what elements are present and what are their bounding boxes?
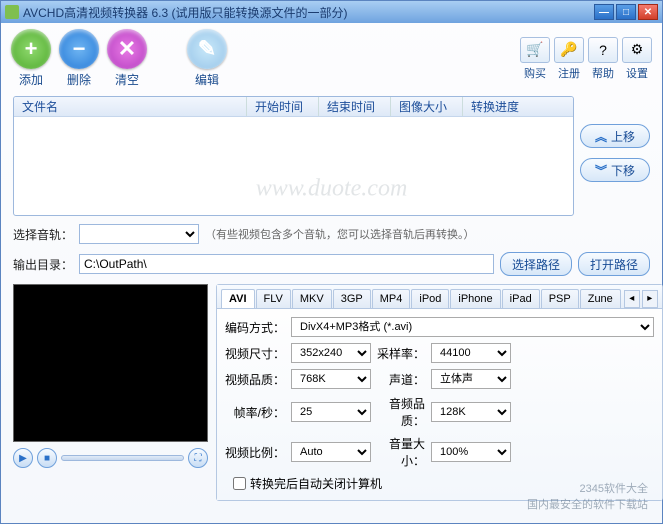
fullscreen-button[interactable]: ⛶ bbox=[188, 448, 208, 468]
minus-icon: − bbox=[59, 29, 99, 69]
x-icon: ✕ bbox=[107, 29, 147, 69]
tab-scroll-right[interactable]: ▸ bbox=[642, 290, 658, 308]
help-icon: ? bbox=[588, 37, 618, 63]
toolbar: + 添加 − 删除 ✕ 清空 ✎ 编辑 🛒 购买 🔑 注册 ? 帮助 bbox=[1, 23, 662, 92]
tab-ipad[interactable]: iPad bbox=[502, 289, 540, 308]
output-dir-label: 输出目录： bbox=[13, 256, 73, 273]
ratio-select[interactable]: Auto bbox=[291, 442, 371, 462]
video-preview bbox=[13, 284, 208, 442]
encode-label: 编码方式： bbox=[225, 319, 285, 336]
ratio-label: 视频比例： bbox=[225, 444, 285, 461]
edit-icon: ✎ bbox=[187, 29, 227, 69]
sliders-icon: ⚙ bbox=[622, 37, 652, 63]
close-button[interactable]: ✕ bbox=[638, 4, 658, 20]
move-up-button[interactable]: ︽ 上移 bbox=[580, 124, 650, 148]
shutdown-checkbox[interactable] bbox=[233, 477, 246, 490]
chevron-up-icon: ︽ bbox=[595, 128, 607, 145]
file-list[interactable]: 文件名 开始时间 结束时间 图像大小 转换进度 bbox=[13, 96, 574, 216]
titlebar: AVCHD高清视频转换器 6.3 (试用版只能转换源文件的一部分) — □ ✕ bbox=[1, 1, 662, 23]
format-tabs: AVI FLV MKV 3GP MP4 iPod iPhone iPad PSP… bbox=[217, 285, 662, 309]
choose-path-button[interactable]: 选择路径 bbox=[500, 252, 572, 276]
minimize-button[interactable]: — bbox=[594, 4, 614, 20]
play-button[interactable]: ▶ bbox=[13, 448, 33, 468]
fps-label: 帧率/秒： bbox=[225, 404, 285, 421]
cart-icon: 🛒 bbox=[520, 37, 550, 63]
tab-scroll-left[interactable]: ◂ bbox=[624, 290, 640, 308]
channel-select[interactable]: 立体声 bbox=[431, 369, 511, 389]
open-path-button[interactable]: 打开路径 bbox=[578, 252, 650, 276]
video-size-select[interactable]: 352x240 bbox=[291, 343, 371, 363]
add-button[interactable]: + 添加 bbox=[11, 29, 51, 88]
plus-icon: + bbox=[11, 29, 51, 69]
samplerate-select[interactable]: 44100 bbox=[431, 343, 511, 363]
abitrate-label: 音频品质： bbox=[377, 395, 425, 429]
tab-mkv[interactable]: MKV bbox=[292, 289, 332, 308]
fps-select[interactable]: 25 bbox=[291, 402, 371, 422]
col-progress[interactable]: 转换进度 bbox=[463, 97, 573, 116]
tab-mp4[interactable]: MP4 bbox=[372, 289, 411, 308]
col-start[interactable]: 开始时间 bbox=[247, 97, 319, 116]
encode-select[interactable]: DivX4+MP3格式 (*.avi) bbox=[291, 317, 654, 337]
col-filename[interactable]: 文件名 bbox=[14, 97, 247, 116]
tab-zune[interactable]: Zune bbox=[580, 289, 621, 308]
output-dir-input[interactable] bbox=[79, 254, 494, 274]
samplerate-label: 采样率： bbox=[377, 345, 425, 362]
tab-3gp[interactable]: 3GP bbox=[333, 289, 371, 308]
seek-slider[interactable] bbox=[61, 455, 184, 461]
help-button[interactable]: ? 帮助 bbox=[588, 37, 618, 81]
window-title: AVCHD高清视频转换器 6.3 (试用版只能转换源文件的一部分) bbox=[23, 4, 594, 21]
settings-button[interactable]: ⚙ 设置 bbox=[622, 37, 652, 81]
audio-track-select[interactable] bbox=[79, 224, 199, 244]
app-icon bbox=[5, 5, 19, 19]
format-settings-panel: AVI FLV MKV 3GP MP4 iPod iPhone iPad PSP… bbox=[216, 284, 663, 501]
list-header: 文件名 开始时间 结束时间 图像大小 转换进度 bbox=[14, 97, 573, 117]
audio-track-note: （有些视频包含多个音轨，您可以选择音轨后再转换。） bbox=[205, 226, 475, 242]
key-icon: 🔑 bbox=[554, 37, 584, 63]
tab-psp[interactable]: PSP bbox=[541, 289, 579, 308]
maximize-button[interactable]: □ bbox=[616, 4, 636, 20]
tab-iphone[interactable]: iPhone bbox=[450, 289, 500, 308]
audio-track-label: 选择音轨： bbox=[13, 226, 73, 243]
audio-bitrate-select[interactable]: 128K bbox=[431, 402, 511, 422]
delete-button[interactable]: − 删除 bbox=[59, 29, 99, 88]
register-button[interactable]: 🔑 注册 bbox=[554, 37, 584, 81]
video-bitrate-select[interactable]: 768K bbox=[291, 369, 371, 389]
size-label: 视频尺寸： bbox=[225, 345, 285, 362]
volume-label: 音量大小： bbox=[377, 435, 425, 469]
app-window: AVCHD高清视频转换器 6.3 (试用版只能转换源文件的一部分) — □ ✕ … bbox=[0, 0, 663, 524]
tab-avi[interactable]: AVI bbox=[221, 289, 255, 308]
col-size[interactable]: 图像大小 bbox=[391, 97, 463, 116]
edit-button[interactable]: ✎ 编辑 bbox=[187, 29, 227, 88]
move-down-button[interactable]: ︾ 下移 bbox=[580, 158, 650, 182]
volume-select[interactable]: 100% bbox=[431, 442, 511, 462]
chevron-down-icon: ︾ bbox=[595, 162, 607, 179]
col-end[interactable]: 结束时间 bbox=[319, 97, 391, 116]
clear-button[interactable]: ✕ 清空 bbox=[107, 29, 147, 88]
channel-label: 声道： bbox=[377, 371, 425, 388]
shutdown-label: 转换完后自动关闭计算机 bbox=[250, 475, 382, 492]
stop-button[interactable]: ■ bbox=[37, 448, 57, 468]
tab-ipod[interactable]: iPod bbox=[411, 289, 449, 308]
tab-flv[interactable]: FLV bbox=[256, 289, 291, 308]
buy-button[interactable]: 🛒 购买 bbox=[520, 37, 550, 81]
vbitrate-label: 视频品质： bbox=[225, 371, 285, 388]
